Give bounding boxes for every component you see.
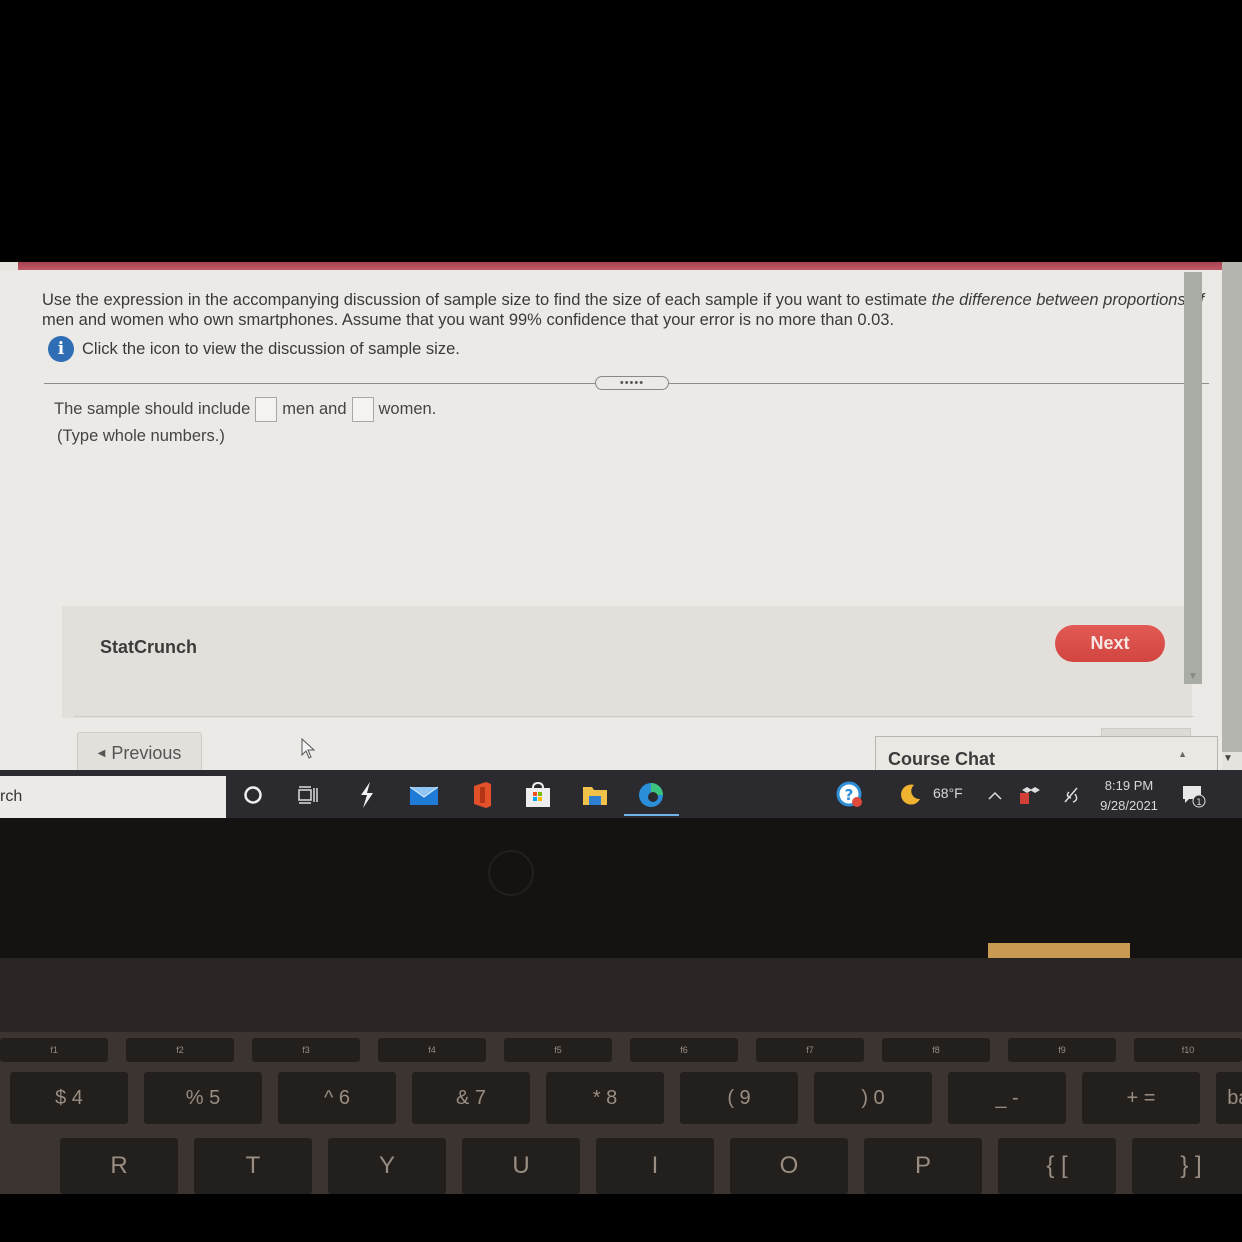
answer-sentence: The sample should include men and women.: [54, 397, 436, 422]
mouse-cursor-icon: [301, 738, 316, 759]
keyboard-key: } ]: [1132, 1138, 1242, 1194]
keyboard-key: I: [596, 1138, 714, 1194]
outer-scroll-down-arrow-icon[interactable]: ▼: [1218, 750, 1238, 768]
keyboard-key: f4: [378, 1038, 486, 1062]
scroll-down-arrow-icon[interactable]: ▼: [1184, 666, 1202, 688]
previous-label: Previous: [111, 743, 182, 763]
keyboard-key: f6: [630, 1038, 738, 1062]
keyboard-key: f9: [1008, 1038, 1116, 1062]
photo-border-bottom: [0, 1194, 1242, 1242]
next-button[interactable]: Next: [1055, 625, 1165, 662]
taskbar-search-box[interactable]: rch: [0, 776, 226, 818]
search-text: rch: [0, 788, 23, 805]
footer-panel: StatCrunch Next: [62, 606, 1192, 718]
keyboard-key: f2: [126, 1038, 234, 1062]
answer-middle: men and: [282, 400, 347, 418]
help-icon[interactable]: ?: [835, 780, 865, 810]
info-icon[interactable]: i: [48, 336, 74, 362]
question-text-part1: Use the expression in the accompanying d…: [42, 291, 932, 309]
taskbar-clock[interactable]: 8:19 PM 9/28/2021: [1093, 776, 1165, 816]
keyboard-key: P: [864, 1138, 982, 1194]
edge-icon[interactable]: [636, 780, 666, 810]
inner-scrollbar[interactable]: [1184, 272, 1202, 684]
active-app-indicator: [624, 814, 679, 816]
question-text: Use the expression in the accompanying d…: [42, 290, 1212, 330]
keyboard-key: & 7: [412, 1072, 530, 1124]
laptop-bezel: [0, 818, 1242, 958]
clock-date: 9/28/2021: [1100, 798, 1158, 813]
mail-icon[interactable]: [409, 780, 439, 810]
keyboard-key: $ 4: [10, 1072, 128, 1124]
statcrunch-link[interactable]: StatCrunch: [100, 637, 197, 658]
keyboard-key: Y: [328, 1138, 446, 1194]
notification-center-icon[interactable]: 1: [1178, 780, 1208, 810]
notification-count: 1: [1196, 798, 1202, 808]
pen-icon[interactable]: [1057, 780, 1087, 810]
task-view-icon[interactable]: [293, 780, 323, 810]
course-chat-label: Course Chat: [888, 749, 996, 769]
answer-prefix: The sample should include: [54, 400, 251, 418]
keyboard-key: + =: [1082, 1072, 1200, 1124]
chevron-up-icon[interactable]: [980, 780, 1010, 810]
keyboard-key: ) 0: [814, 1072, 932, 1124]
keyboard-key: f3: [252, 1038, 360, 1062]
keyboard-key: f8: [882, 1038, 990, 1062]
chevron-left-icon: ◀: [97, 748, 106, 759]
keyboard-key: O: [730, 1138, 848, 1194]
temperature[interactable]: 68°F: [933, 785, 963, 801]
keyboard-key: { [: [998, 1138, 1116, 1194]
keyboard-key: % 5: [144, 1072, 262, 1124]
footer-divider: [74, 716, 1194, 717]
laptop-keyboard: f1f2f3f4f5f6f7f8f9f10f11insertprt scdele…: [0, 1032, 1242, 1194]
file-explorer-icon[interactable]: [580, 780, 610, 810]
info-row: i Click the icon to view the discussion …: [48, 336, 460, 362]
keyboard-key: _ -: [948, 1072, 1066, 1124]
answer-hint: (Type whole numbers.): [57, 427, 225, 445]
info-text: Click the icon to view the discussion of…: [82, 339, 460, 358]
keyboard-key: * 8: [546, 1072, 664, 1124]
clock-time: 8:19 PM: [1104, 778, 1154, 793]
moon-icon[interactable]: [895, 780, 925, 810]
splitter-handle[interactable]: •••••: [595, 376, 669, 390]
keyboard-key: T: [194, 1138, 312, 1194]
keyboard-key: f5: [504, 1038, 612, 1062]
keyboard-key: ^ 6: [278, 1072, 396, 1124]
dropbox-alert-icon[interactable]: [1015, 780, 1045, 810]
cortana-icon[interactable]: [238, 780, 268, 810]
keyboard-key: backspace: [1216, 1072, 1242, 1124]
keyboard-key: ( 9: [680, 1072, 798, 1124]
keyboard-key: f1: [0, 1038, 108, 1062]
svg-text:?: ?: [845, 786, 854, 804]
men-answer-input[interactable]: [255, 397, 278, 422]
header-accent-bar: [18, 262, 1232, 270]
office-icon[interactable]: [467, 780, 497, 810]
laptop-screen: Use the expression in the accompanying d…: [0, 262, 1242, 818]
store-icon[interactable]: [523, 780, 553, 810]
women-answer-input[interactable]: [351, 397, 374, 422]
keyboard-key: f7: [756, 1038, 864, 1062]
app-bolt-icon[interactable]: [352, 780, 382, 810]
laptop-hinge: [0, 958, 1242, 1032]
windows-taskbar: rch ? 68°F 8:19 PM 9/28/2021 1: [0, 770, 1242, 818]
keyboard-key: R: [60, 1138, 178, 1194]
previous-button[interactable]: ◀ Previous: [77, 732, 202, 775]
answer-suffix: women.: [378, 400, 437, 418]
question-text-part2: men and women who own smartphones. Assum…: [42, 311, 895, 329]
question-text-italic: the difference between proportions of: [931, 291, 1205, 309]
keyboard-key: f10: [1134, 1038, 1242, 1062]
hp-logo-icon: [488, 850, 534, 896]
chevron-up-icon[interactable]: ▲: [1178, 749, 1187, 759]
keyboard-key: U: [462, 1138, 580, 1194]
outer-scrollbar[interactable]: [1222, 262, 1242, 752]
photo-border-top: [0, 0, 1242, 262]
